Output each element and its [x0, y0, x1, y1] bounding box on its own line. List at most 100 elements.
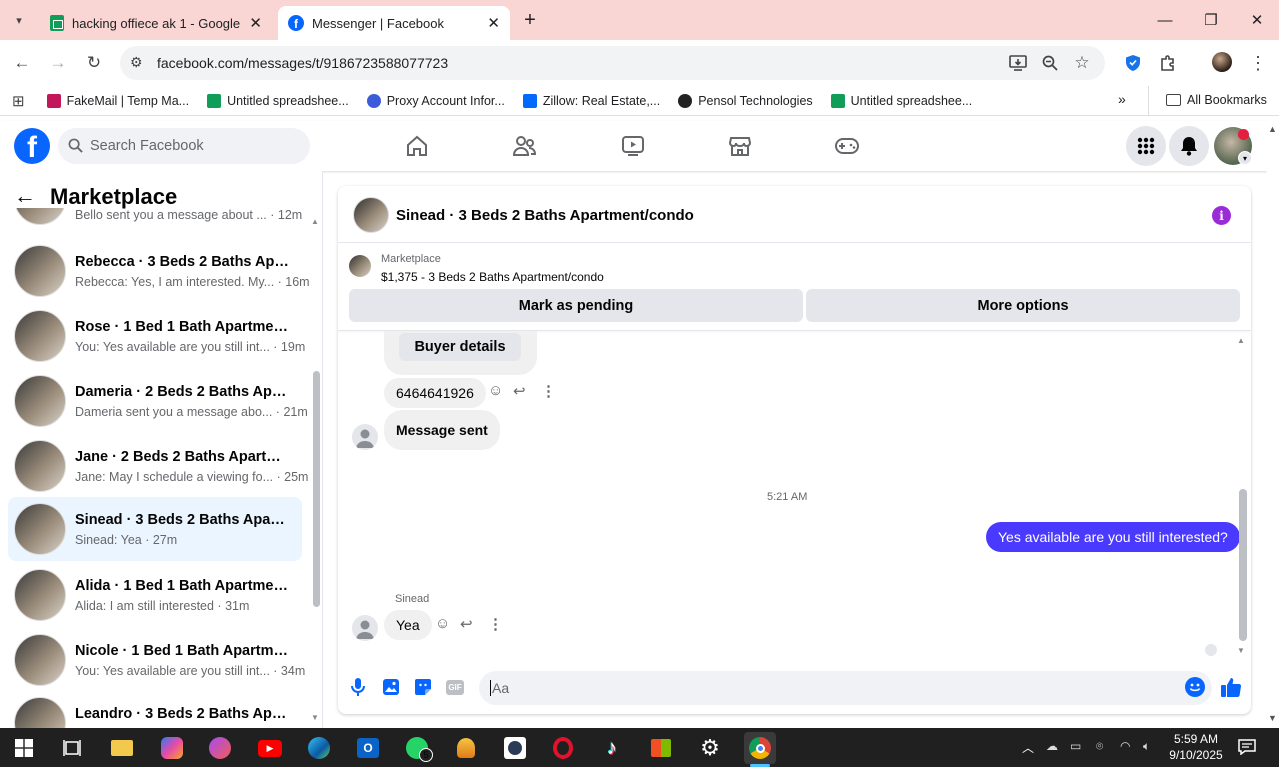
buyer-details-button[interactable]: Buyer details	[399, 333, 521, 361]
new-tab-plus-icon[interactable]: +	[516, 6, 544, 34]
app-purple-icon[interactable]	[204, 732, 236, 764]
bookmark-spreadsheet-2[interactable]: Untitled spreadshee...	[830, 93, 972, 108]
install-app-icon[interactable]	[1004, 49, 1032, 77]
conversation-item-sinead[interactable]: Sinead · 3 Beds 2 Baths Apartm... Sinead…	[8, 497, 302, 561]
medal-app-icon[interactable]	[450, 732, 482, 764]
copilot-icon[interactable]	[156, 732, 188, 764]
sidebar-scroll-up-icon[interactable]: ▲	[311, 217, 319, 226]
photo-attach-icon[interactable]	[382, 678, 400, 699]
bookmark-pensol[interactable]: Pensol Technologies	[678, 93, 813, 108]
more-actions-icon[interactable]: ⋮	[541, 382, 556, 400]
sender-avatar[interactable]	[352, 424, 378, 450]
chrome-menu-icon[interactable]: ⋮	[1244, 49, 1272, 77]
reply-message-bubble[interactable]: Yea	[384, 610, 432, 640]
facebook-logo-icon[interactable]: f	[14, 128, 50, 164]
chrome-taskbar-icon[interactable]	[744, 732, 776, 764]
reply-icon[interactable]: ↩	[513, 382, 526, 400]
listing-thumbnail[interactable]	[349, 255, 371, 277]
file-explorer-icon[interactable]	[106, 732, 138, 764]
tab-close-icon[interactable]: ✕	[487, 14, 500, 32]
friends-icon[interactable]	[508, 131, 542, 161]
message-sent-bubble[interactable]: Message sent	[384, 410, 500, 450]
tab-search-chevron-icon[interactable]: ▾	[6, 6, 32, 34]
apps-grid-icon[interactable]: ⊞	[12, 92, 25, 110]
volume-icon[interactable]: 🔈︎	[1143, 739, 1150, 754]
bookmark-spreadsheet-1[interactable]: Untitled spreadshee...	[207, 93, 349, 108]
windows-start-icon[interactable]	[8, 732, 40, 764]
gif-button[interactable]: GIF	[446, 680, 464, 695]
conversation-item-rebecca[interactable]: Rebecca · 3 Beds 2 Baths Apart... Rebecc…	[8, 239, 310, 303]
sender-avatar[interactable]	[352, 615, 378, 641]
conversation-item-dameria[interactable]: Dameria · 2 Beds 2 Baths Apart... Dameri…	[8, 369, 308, 433]
shield-extension-icon[interactable]	[1119, 49, 1147, 77]
react-emoji-icon[interactable]: ☺	[435, 615, 450, 632]
bookmark-zillow[interactable]: Zillow: Real Estate,...	[522, 93, 660, 108]
gaming-controller-icon[interactable]	[830, 131, 864, 161]
extensions-puzzle-icon[interactable]	[1154, 49, 1182, 77]
zoom-icon[interactable]	[1036, 49, 1064, 77]
sticker-icon[interactable]	[414, 678, 432, 699]
all-bookmarks-folder[interactable]: All Bookmarks	[1166, 93, 1267, 107]
conversation-item-alida[interactable]: Alida · 1 Bed 1 Bath Apartment/c... Alid…	[8, 563, 302, 627]
profile-avatar[interactable]	[1212, 52, 1232, 72]
page-scroll-up-icon[interactable]: ▲	[1268, 124, 1277, 134]
site-info-icon[interactable]: ⚙	[130, 54, 143, 71]
microphone-icon[interactable]	[350, 677, 366, 700]
bookmark-fakemail[interactable]: FakeMail | Temp Ma...	[46, 93, 189, 108]
wifi-icon[interactable]: ◠	[1120, 739, 1130, 753]
chat-title[interactable]: Sinead · 3 Beds 2 Baths Apartment/condo	[396, 207, 694, 224]
minimize-icon[interactable]: —	[1150, 8, 1180, 32]
more-options-button[interactable]: More options	[806, 289, 1240, 322]
notification-center-icon[interactable]	[1238, 739, 1256, 758]
more-actions-icon[interactable]: ⋮	[488, 615, 503, 633]
app-dark-square-icon[interactable]	[499, 732, 531, 764]
react-emoji-icon[interactable]: ☺	[488, 382, 503, 399]
back-arrow-icon[interactable]: ←	[14, 183, 36, 209]
bookmark-proxy[interactable]: Proxy Account Infor...	[366, 93, 505, 108]
chat-scroll-down-icon[interactable]: ▼	[1237, 646, 1245, 655]
facebook-search-input[interactable]: Search Facebook	[58, 128, 310, 164]
chat-scroll-up-icon[interactable]: ▲	[1237, 336, 1245, 345]
marketplace-store-icon[interactable]	[723, 131, 757, 161]
notifications-bell-button[interactable]	[1169, 126, 1209, 166]
address-bar[interactable]: ⚙ facebook.com/messages/t/91867235880777…	[120, 46, 1105, 80]
camera-icon[interactable]: ⌾	[1096, 739, 1103, 754]
home-icon[interactable]	[400, 131, 434, 161]
battery-icon[interactable]: ▭	[1070, 739, 1081, 753]
microsoft-store-icon[interactable]	[645, 732, 677, 764]
bookmarks-overflow-chevron[interactable]: »	[1118, 91, 1126, 107]
tab-google-sheets[interactable]: hacking offiece ak 1 - Google Sh ✕	[40, 6, 272, 40]
onedrive-cloud-icon[interactable]: ☁	[1046, 739, 1058, 753]
page-scrollbar[interactable]	[1267, 121, 1279, 728]
tiktok-icon[interactable]: ♪	[596, 732, 628, 764]
restore-icon[interactable]: ❐	[1196, 8, 1226, 32]
clock[interactable]: 5:59 AM 9/10/2025	[1164, 731, 1228, 763]
tray-chevron-icon[interactable]: ︿	[1022, 739, 1034, 756]
tab-messenger[interactable]: f Messenger | Facebook ✕	[278, 6, 510, 40]
conversation-item-leandro[interactable]: Leandro · 3 Beds 2 Baths Apart...	[8, 697, 302, 728]
conversation-item-jane[interactable]: Jane · 2 Beds 2 Baths Apartment... Jane:…	[8, 434, 308, 498]
opera-browser-icon[interactable]	[547, 732, 579, 764]
window-close-icon[interactable]: ✕	[1242, 8, 1272, 32]
tab-close-icon[interactable]: ✕	[249, 14, 262, 32]
sidebar-scrollbar-thumb[interactable]	[313, 371, 320, 607]
watch-video-icon[interactable]	[616, 131, 650, 161]
bookmark-star-icon[interactable]: ☆	[1068, 49, 1096, 77]
edge-browser-icon[interactable]	[303, 732, 335, 764]
outgoing-message-bubble[interactable]: Yes available are you still interested?	[986, 522, 1240, 552]
back-arrow-icon[interactable]: ←	[8, 49, 36, 77]
outlook-icon[interactable]: O	[352, 732, 384, 764]
whatsapp-icon[interactable]: 5	[401, 732, 433, 764]
reload-icon[interactable]: ↻	[80, 49, 108, 77]
forward-arrow-icon[interactable]: →	[44, 49, 72, 77]
thumbs-up-like-icon[interactable]	[1220, 676, 1242, 701]
chat-scrollbar-thumb[interactable]	[1239, 489, 1247, 641]
emoji-picker-icon[interactable]	[1185, 677, 1205, 697]
menu-grid-button[interactable]	[1126, 126, 1166, 166]
reply-icon[interactable]: ↩	[460, 615, 473, 633]
youtube-icon[interactable]: ▶	[254, 732, 286, 764]
sidebar-scroll-down-icon[interactable]: ▼	[311, 713, 319, 722]
conversation-item-rose[interactable]: Rose · 1 Bed 1 Bath Apartment/c... You: …	[8, 304, 305, 368]
info-icon[interactable]: i	[1212, 206, 1231, 225]
task-view-icon[interactable]	[56, 732, 88, 764]
